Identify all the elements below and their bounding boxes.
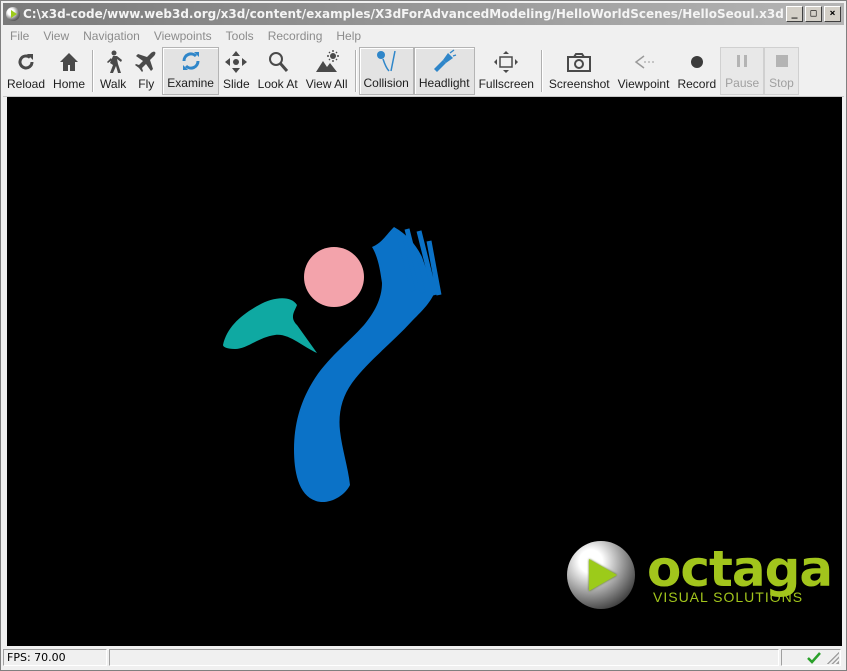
status-indicator — [781, 649, 841, 666]
menu-file[interactable]: File — [3, 29, 36, 43]
look-at-button[interactable]: Look At — [254, 47, 302, 95]
fullscreen-icon — [493, 49, 519, 75]
home-button[interactable]: Home — [49, 47, 89, 95]
title-bar[interactable]: C:\x3d-code/www.web3d.org/x3d/content/ex… — [3, 3, 844, 25]
3d-viewport[interactable]: octaga VISUAL SOLUTIONS — [7, 97, 842, 646]
viewpoint-button[interactable]: Viewpoint — [614, 47, 674, 95]
pause-button[interactable]: Pause — [720, 47, 765, 95]
magnifier-icon — [266, 49, 290, 75]
camera-icon — [566, 49, 592, 75]
toolbar: Reload Home Walk Fly Examine Slide Look … — [3, 46, 844, 97]
examine-label: Examine — [167, 76, 214, 90]
menu-recording[interactable]: Recording — [261, 29, 330, 43]
menu-tools[interactable]: Tools — [219, 29, 261, 43]
headlight-label: Headlight — [418, 76, 470, 90]
status-message-area — [109, 649, 779, 666]
stop-label: Stop — [769, 76, 794, 90]
emblem-pink-sun — [304, 247, 364, 307]
walk-icon — [102, 49, 124, 75]
slide-label: Slide — [222, 77, 250, 91]
close-button[interactable]: × — [824, 6, 841, 22]
octaga-logo-text: octaga — [647, 540, 833, 598]
collision-icon — [373, 48, 399, 74]
viewpoint-icon — [631, 49, 657, 75]
collision-button[interactable]: Collision — [358, 47, 414, 95]
menu-help[interactable]: Help — [329, 29, 368, 43]
window-title: C:\x3d-code/www.web3d.org/x3d/content/ex… — [23, 7, 803, 21]
home-icon — [58, 49, 80, 75]
reload-icon — [15, 49, 37, 75]
airplane-icon — [134, 49, 158, 75]
record-label: Record — [677, 77, 717, 91]
examine-button[interactable]: Examine — [162, 47, 219, 95]
octaga-logo-play-icon — [589, 559, 617, 591]
octaga-app-icon[interactable] — [6, 7, 20, 21]
menu-navigation[interactable]: Navigation — [76, 29, 147, 43]
toolbar-separator — [540, 50, 542, 92]
toolbar-separator — [92, 50, 94, 92]
reload-label: Reload — [7, 77, 46, 91]
pause-icon — [731, 48, 753, 74]
check-icon — [807, 652, 821, 664]
record-icon — [686, 49, 708, 75]
resize-grip-icon[interactable] — [827, 652, 839, 664]
fullscreen-button[interactable]: Fullscreen — [475, 47, 538, 95]
maximize-button[interactable]: □ — [805, 6, 822, 22]
walk-label: Walk — [100, 77, 127, 91]
view-all-label: View All — [305, 77, 348, 91]
collision-label: Collision — [363, 76, 409, 90]
reload-button[interactable]: Reload — [3, 47, 49, 95]
viewpoint-label: Viewpoint — [617, 77, 670, 91]
flashlight-icon — [431, 48, 457, 74]
menu-bar: File View Navigation Viewpoints Tools Re… — [3, 26, 844, 45]
move-arrows-icon — [224, 49, 248, 75]
octaga-logo-tagline: VISUAL SOLUTIONS — [653, 589, 804, 605]
fullscreen-label: Fullscreen — [478, 77, 534, 91]
fps-readout: FPS: 70.00 — [3, 649, 107, 666]
emblem-teal-mountain — [223, 298, 317, 353]
menu-viewpoints[interactable]: Viewpoints — [147, 29, 219, 43]
fly-button[interactable]: Fly — [130, 47, 162, 95]
minimize-button[interactable]: _ — [786, 6, 803, 22]
view-all-button[interactable]: View All — [302, 47, 352, 95]
home-label: Home — [53, 77, 86, 91]
stop-button[interactable]: Stop — [764, 47, 799, 95]
status-bar: FPS: 70.00 — [3, 647, 844, 668]
menu-view[interactable]: View — [36, 29, 76, 43]
pause-label: Pause — [725, 76, 760, 90]
headlight-button[interactable]: Headlight — [413, 47, 475, 95]
screenshot-label: Screenshot — [548, 77, 610, 91]
look-at-label: Look At — [257, 77, 298, 91]
slide-button[interactable]: Slide — [219, 47, 254, 95]
walk-button[interactable]: Walk — [96, 47, 130, 95]
octaga-player-window: C:\x3d-code/www.web3d.org/x3d/content/ex… — [0, 0, 847, 671]
stop-icon — [771, 48, 793, 74]
record-button[interactable]: Record — [673, 47, 720, 95]
fly-label: Fly — [138, 77, 155, 91]
screenshot-button[interactable]: Screenshot — [545, 47, 614, 95]
landscape-sun-icon — [314, 49, 340, 75]
rotate-icon — [179, 48, 203, 74]
toolbar-separator — [354, 50, 356, 92]
